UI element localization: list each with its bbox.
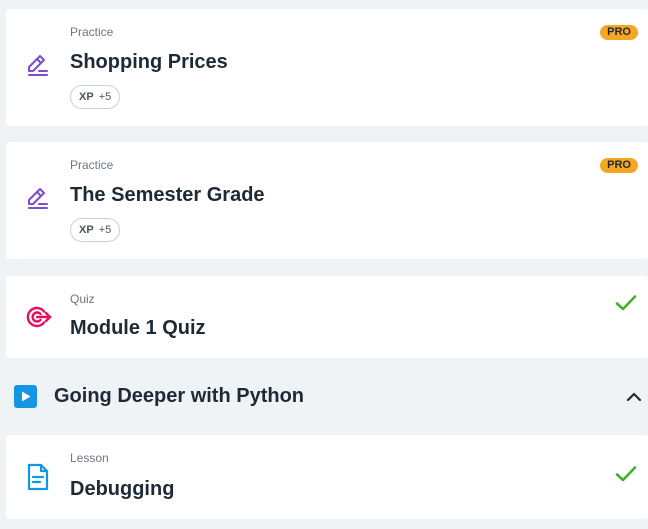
xp-label: XP	[79, 91, 94, 103]
document-icon	[24, 463, 52, 491]
practice-card-shopping-prices[interactable]: Practice Shopping Prices XP +5 PRO	[6, 9, 648, 126]
xp-value: +5	[98, 224, 112, 236]
section-title: Going Deeper with Python	[54, 385, 305, 407]
item-title[interactable]: Shopping Prices	[70, 51, 228, 74]
checkmark-icon	[615, 295, 637, 311]
item-type-label: Quiz	[70, 292, 95, 306]
checkmark-icon	[615, 466, 637, 482]
practice-card-semester-grade[interactable]: Practice The Semester Grade XP +5 PRO	[6, 142, 648, 259]
quiz-card-module-1[interactable]: Quiz Module 1 Quiz	[6, 276, 648, 358]
xp-label: XP	[79, 224, 94, 236]
item-type-label: Practice	[70, 158, 114, 172]
item-title[interactable]: The Semester Grade	[70, 184, 265, 207]
xp-badge: XP +5	[70, 85, 121, 109]
pro-badge: PRO	[600, 158, 638, 173]
xp-value: +5	[98, 91, 112, 103]
item-title[interactable]: Module 1 Quiz	[70, 317, 206, 340]
xp-badge: XP +5	[70, 218, 121, 242]
item-title[interactable]: Debugging	[70, 478, 174, 501]
item-type-label: Lesson	[70, 451, 109, 465]
pro-badge: PRO	[600, 25, 638, 40]
item-type-label: Practice	[70, 25, 114, 39]
pencil-edit-icon	[24, 184, 52, 212]
lesson-card-debugging[interactable]: Lesson Debugging	[6, 435, 648, 519]
pencil-edit-icon	[24, 51, 52, 79]
target-icon	[24, 303, 52, 331]
play-icon	[14, 385, 37, 408]
section-header[interactable]: Going Deeper with Python	[0, 372, 648, 420]
chevron-up-icon[interactable]	[624, 387, 644, 407]
